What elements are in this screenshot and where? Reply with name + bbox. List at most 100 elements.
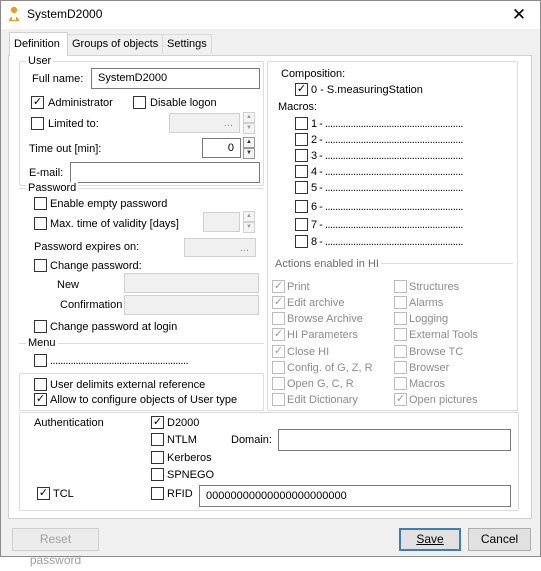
disable-logon-label: Disable logon xyxy=(150,97,217,109)
change-at-login-label: Change password at login xyxy=(50,321,178,333)
action-structures-checkbox[interactable] xyxy=(394,280,407,293)
ntlm-checkbox[interactable] xyxy=(151,433,164,446)
close-icon[interactable]: ✕ xyxy=(502,3,536,27)
macro-3-checkbox[interactable] xyxy=(295,149,308,162)
new-password-input[interactable] xyxy=(124,273,259,293)
cancel-button[interactable]: Cancel xyxy=(468,528,531,551)
spnego-label: SPNEGO xyxy=(167,469,215,481)
rfid-input[interactable]: 00000000000000000000000 xyxy=(199,485,511,507)
action-external-tools-checkbox[interactable] xyxy=(394,328,407,341)
domain-input[interactable] xyxy=(278,429,511,451)
change-password-checkbox[interactable] xyxy=(34,259,47,272)
action-config-gzr-checkbox[interactable] xyxy=(272,361,285,374)
action-edit-dictionary-label: Edit Dictionary xyxy=(287,394,358,406)
action-hi-parameters-label: HI Parameters xyxy=(287,329,358,341)
action-print-checkbox[interactable]: ✓ xyxy=(272,280,285,293)
tab-groups-of-objects[interactable]: Groups of objects xyxy=(67,34,163,54)
action-macros-checkbox[interactable] xyxy=(394,377,407,390)
timeout-input[interactable]: 0 xyxy=(202,138,241,158)
action-browse-archive-checkbox[interactable] xyxy=(272,312,285,325)
user-delimits-checkbox[interactable] xyxy=(34,378,47,391)
action-browse-tc-checkbox[interactable] xyxy=(394,345,407,358)
composition-label: Composition: xyxy=(281,68,346,80)
enable-empty-password-checkbox[interactable] xyxy=(34,197,47,210)
window-title: SystemD2000 xyxy=(27,7,103,21)
macro-5-checkbox[interactable] xyxy=(295,181,308,194)
user-group-label: User xyxy=(26,55,54,68)
confirmation-label: Confirmation xyxy=(60,299,122,311)
save-button[interactable]: Save xyxy=(399,528,461,551)
disable-logon-checkbox[interactable] xyxy=(133,96,146,109)
d2000-label: D2000 xyxy=(167,417,200,429)
menu-checkbox[interactable] xyxy=(34,354,47,367)
allow-configure-checkbox[interactable]: ✓ xyxy=(34,393,47,406)
limited-to-checkbox[interactable] xyxy=(31,117,44,130)
action-logging-checkbox[interactable] xyxy=(394,312,407,325)
timeout-spin-down-icon[interactable]: ▼ xyxy=(243,148,255,159)
macro-4-label: 4 - ....................................… xyxy=(311,166,463,178)
d2000-checkbox[interactable]: ✓ xyxy=(151,416,164,429)
confirmation-input[interactable] xyxy=(124,295,259,315)
enable-empty-password-label: Enable empty password xyxy=(50,198,168,210)
email-input[interactable] xyxy=(70,162,260,183)
email-label: E-mail: xyxy=(29,167,64,179)
action-print-label: Print xyxy=(287,281,310,293)
macro-4-checkbox[interactable] xyxy=(295,165,308,178)
action-hi-parameters-checkbox[interactable]: ✓ xyxy=(272,328,285,341)
user-properties-dialog: SystemD2000 ✕ Definition Groups of objec… xyxy=(0,0,541,567)
action-alarms-checkbox[interactable] xyxy=(394,296,407,309)
ntlm-label: NTLM xyxy=(167,434,197,446)
macro-7-checkbox[interactable] xyxy=(295,218,308,231)
limited-to-spin-up-icon[interactable]: ▲ xyxy=(243,112,255,123)
macro-8-checkbox[interactable] xyxy=(295,235,308,248)
timeout-spin-up-icon[interactable]: ▲ xyxy=(243,137,255,148)
limited-to-label: Limited to: xyxy=(48,118,99,130)
tab-definition[interactable]: Definition xyxy=(9,32,68,56)
reset-password-button[interactable]: Reset password xyxy=(12,528,99,567)
max-validity-spin-down-icon[interactable]: ▼ xyxy=(243,222,255,233)
macro-6-label: 6 - ....................................… xyxy=(311,201,463,213)
composition-checkbox[interactable]: ✓ xyxy=(295,83,308,96)
max-validity-input[interactable] xyxy=(203,212,240,232)
tab-settings[interactable]: Settings xyxy=(162,34,212,54)
action-config-gzr-label: Config. of G, Z, R xyxy=(287,362,373,374)
max-validity-spin-up-icon[interactable]: ▲ xyxy=(243,211,255,222)
check-icon: ✓ xyxy=(38,487,49,499)
action-close-hi-checkbox[interactable]: ✓ xyxy=(272,345,285,358)
macro-6-checkbox[interactable] xyxy=(295,200,308,213)
tcl-checkbox[interactable]: ✓ xyxy=(37,487,50,500)
actions-label: Actions enabled in HI xyxy=(273,258,381,271)
check-icon: ✓ xyxy=(35,393,46,405)
timeout-label: Time out [min]: xyxy=(29,143,102,155)
action-open-pictures-checkbox[interactable]: ✓ xyxy=(394,393,407,406)
macro-1-checkbox[interactable] xyxy=(295,117,308,130)
action-browser-checkbox[interactable] xyxy=(394,361,407,374)
macro-8-label: 8 - ....................................… xyxy=(311,236,463,248)
limited-to-field[interactable]: ... xyxy=(169,113,240,133)
administrator-checkbox[interactable]: ✓ xyxy=(31,96,44,109)
composition-item-label: 0 - S.measuringStation xyxy=(311,84,423,96)
macro-2-label: 2 - ....................................… xyxy=(311,134,463,146)
action-edit-archive-label: Edit archive xyxy=(287,297,345,309)
limited-to-spin-down-icon[interactable]: ▼ xyxy=(243,123,255,134)
save-button-label: Save xyxy=(416,532,444,546)
action-macros-label: Macros xyxy=(409,378,446,390)
action-browse-archive-label: Browse Archive xyxy=(287,313,363,325)
macro-1-label: 1 - ....................................… xyxy=(311,118,463,130)
password-expires-field[interactable]: ... xyxy=(184,238,256,257)
spnego-checkbox[interactable] xyxy=(151,468,164,481)
action-edit-dictionary-checkbox[interactable] xyxy=(272,393,285,406)
kerberos-checkbox[interactable] xyxy=(151,451,164,464)
action-browse-tc-label: Browse TC xyxy=(409,346,464,358)
action-logging-label: Logging xyxy=(409,313,449,325)
action-open-gcr-checkbox[interactable] xyxy=(272,377,285,390)
macro-2-checkbox[interactable] xyxy=(295,133,308,146)
max-validity-checkbox[interactable] xyxy=(34,217,47,230)
rfid-checkbox[interactable] xyxy=(151,487,164,500)
change-at-login-checkbox[interactable] xyxy=(34,320,47,333)
action-edit-archive-checkbox[interactable]: ✓ xyxy=(272,296,285,309)
full-name-label: Full name: xyxy=(32,73,84,85)
full-name-input[interactable]: SystemD2000 xyxy=(91,68,260,89)
action-external-tools-label: External Tools xyxy=(409,329,478,341)
title-bar: SystemD2000 ✕ xyxy=(1,1,540,29)
